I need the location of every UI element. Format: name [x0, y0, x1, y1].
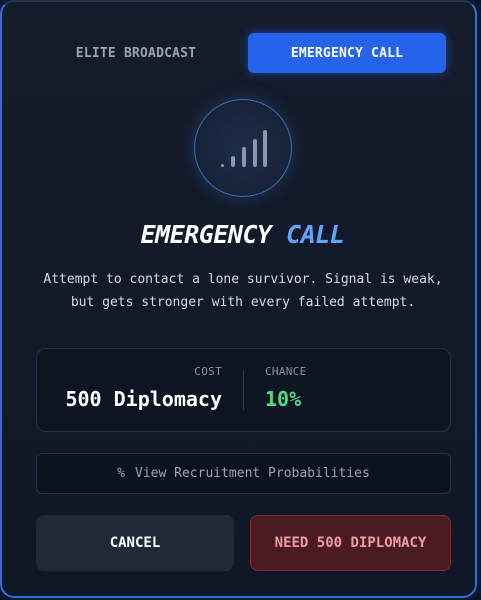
stats-panel: COST 500 Diplomacy CHANCE 10% — [36, 348, 451, 432]
view-probabilities-button[interactable]: % View Recruitment Probabilities — [36, 453, 451, 494]
percent-icon: % — [117, 466, 125, 481]
need-diplomacy-button[interactable]: NEED 500 DIPLOMACY — [250, 515, 451, 571]
signal-bars-icon — [221, 130, 267, 167]
cost-value: 500 Diplomacy — [65, 387, 222, 411]
view-probabilities-label: View Recruitment Probabilities — [135, 466, 370, 481]
description-line-2: but gets stronger with every failed atte… — [70, 295, 416, 310]
signal-badge — [194, 99, 292, 197]
description-line-1: Attempt to contact a lone survivor. Sign… — [43, 272, 443, 287]
tab-elite-broadcast[interactable]: ELITE BROADCAST — [36, 33, 236, 73]
emergency-call-modal: ELITE BROADCAST EMERGENCY CALL EMERGENCY… — [0, 0, 477, 598]
cost-label: COST — [194, 365, 222, 378]
stats-divider — [243, 370, 244, 410]
title-part-emergency: EMERGENCY — [140, 220, 272, 249]
page-title: EMERGENCY CALL — [2, 220, 481, 249]
chance-value: 10% — [265, 387, 302, 411]
description: Attempt to contact a lone survivor. Sign… — [26, 268, 460, 314]
tab-emergency-call[interactable]: EMERGENCY CALL — [248, 33, 446, 73]
title-part-call: CALL — [286, 220, 345, 249]
cancel-button[interactable]: CANCEL — [36, 515, 234, 571]
chance-label: CHANCE — [265, 365, 307, 378]
